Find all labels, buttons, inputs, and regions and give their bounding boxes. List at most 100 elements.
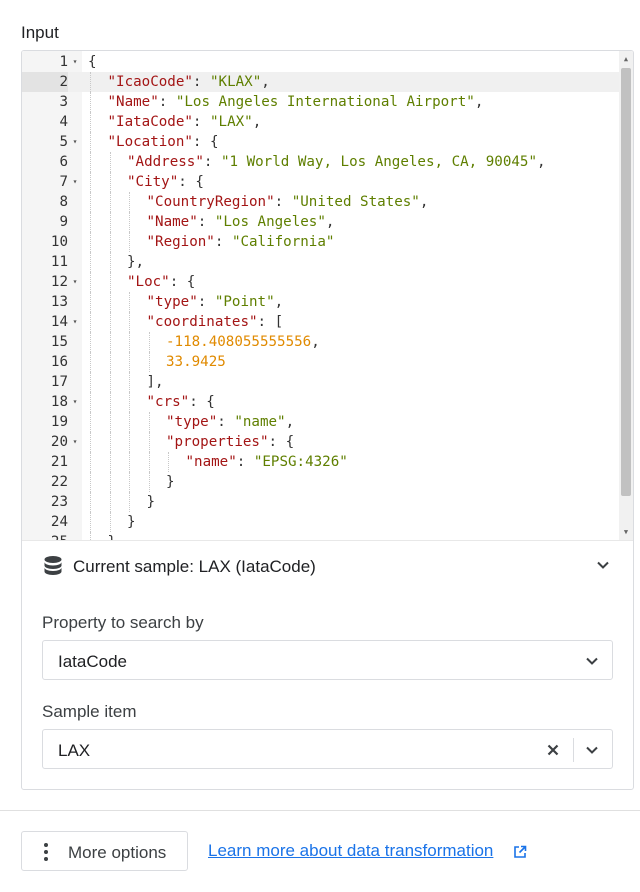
- indent-guide: [129, 292, 130, 312]
- indent-guide: [90, 452, 91, 472]
- line-number: 4: [59, 114, 68, 130]
- indent-guide: [90, 432, 91, 452]
- line-text: },: [127, 254, 145, 270]
- line-text: "properties": {: [166, 434, 295, 450]
- close-icon[interactable]: [545, 741, 561, 759]
- indent-guide: [129, 352, 130, 372]
- code-line[interactable]: 13 "type": "Point",: [22, 292, 619, 312]
- indent-guide: [109, 192, 111, 212]
- code-line[interactable]: 25},: [22, 532, 619, 540]
- indent-guide: [129, 212, 130, 232]
- indent-guide: [129, 232, 130, 252]
- line-number: 5: [59, 134, 68, 150]
- fold-toggle-icon[interactable]: ▾: [70, 392, 80, 412]
- line-text: "Name": "Los Angeles",: [146, 214, 335, 230]
- indent-guide: [109, 172, 111, 192]
- indent-guide: [90, 252, 91, 272]
- code-line[interactable]: 21 "name": "EPSG:4326": [22, 452, 619, 472]
- property-select[interactable]: IataCode: [42, 640, 613, 680]
- line-number: 25: [22, 532, 68, 540]
- more-options-button[interactable]: More options: [21, 831, 188, 871]
- indent-guide: [109, 212, 111, 232]
- line-text: "Region": "California": [146, 234, 335, 250]
- code-line[interactable]: 7 ▾ "City": {: [22, 172, 619, 192]
- code-line[interactable]: 18 ▾ "crs": {: [22, 392, 619, 412]
- indent-guide: [109, 372, 111, 392]
- line-number: 6: [59, 154, 68, 170]
- indent-guide: [90, 112, 91, 132]
- line-text: "Address": "1 World Way, Los Angeles, CA…: [127, 154, 546, 170]
- chevron-down-icon[interactable]: [595, 557, 611, 573]
- indent-guide: [90, 492, 91, 512]
- scrollbar-thumb[interactable]: [621, 68, 631, 496]
- code-line[interactable]: 23}: [22, 492, 619, 512]
- chevron-down-icon[interactable]: [584, 653, 600, 669]
- indent-guide: [90, 212, 91, 232]
- code-line[interactable]: 8 "CountryRegion": "United States",: [22, 192, 619, 212]
- indent-guide: [109, 492, 111, 512]
- sample-item-select[interactable]: LAX: [42, 729, 613, 769]
- chevron-down-icon[interactable]: [584, 742, 600, 758]
- indent-guide: [129, 472, 130, 492]
- indent-guide: [109, 352, 111, 372]
- code-line[interactable]: 1 ▾ {: [22, 52, 619, 72]
- open-in-new-icon[interactable]: [513, 845, 527, 859]
- fold-toggle-icon[interactable]: ▾: [70, 172, 80, 192]
- line-number: 23: [50, 494, 68, 510]
- more-vert-icon: [44, 843, 48, 861]
- code-line[interactable]: 19 "type": "name",: [22, 412, 619, 432]
- indent-guide: [90, 472, 91, 492]
- indent-guide: [129, 432, 130, 452]
- fold-toggle-icon[interactable]: ▾: [70, 312, 80, 332]
- sample-item-label: Sample item: [42, 702, 137, 721]
- indent-guide: [129, 412, 130, 432]
- code-line[interactable]: 15 -118.408055555556,: [22, 332, 619, 352]
- learn-more-link[interactable]: Learn more about data transformation: [208, 841, 493, 861]
- code-line[interactable]: 9 "Name": "Los Angeles",: [22, 212, 619, 232]
- code-line[interactable]: 24}: [22, 512, 619, 532]
- line-number: 14: [50, 314, 68, 330]
- line-number: 18: [50, 394, 68, 410]
- code-line[interactable]: 20 ▾ "properties": {: [22, 432, 619, 452]
- scroll-up-icon[interactable]: ▲: [619, 53, 633, 65]
- fold-toggle-icon[interactable]: ▾: [70, 272, 80, 292]
- indent-guide: [109, 152, 111, 172]
- select-separator: [573, 738, 574, 762]
- code-line[interactable]: 16 33.9425: [22, 352, 619, 372]
- scroll-down-icon[interactable]: ▼: [619, 526, 633, 538]
- line-number: 7: [59, 174, 68, 190]
- indent-guide: [129, 492, 130, 512]
- code-line[interactable]: 17],: [22, 372, 619, 392]
- line-number: 21: [50, 454, 68, 470]
- code-line[interactable]: 4 "IataCode": "LAX",: [22, 112, 619, 132]
- sample-item-value: LAX: [58, 741, 91, 760]
- indent-guide: [109, 392, 111, 412]
- fold-toggle-icon[interactable]: ▾: [70, 132, 80, 152]
- code-line[interactable]: 2 "IcaoCode": "KLAX",: [22, 72, 619, 92]
- line-text: "coordinates": [: [146, 314, 284, 330]
- fold-toggle-icon[interactable]: ▾: [70, 52, 80, 72]
- line-text: }: [127, 514, 136, 530]
- code-line[interactable]: 3 "Name": "Los Angeles International Airp…: [22, 92, 619, 112]
- indent-guide: [129, 392, 130, 412]
- code-line[interactable]: 12 ▾ "Loc": {: [22, 272, 619, 292]
- line-text: "Location": {: [107, 134, 219, 150]
- editor-scrollbar[interactable]: ▲ ▼: [619, 51, 633, 540]
- indent-guide: [90, 272, 91, 292]
- property-value: IataCode: [58, 652, 127, 671]
- fold-toggle-icon[interactable]: ▾: [70, 432, 80, 452]
- indent-guide: [129, 192, 130, 212]
- code-line[interactable]: 11},: [22, 252, 619, 272]
- line-text: {: [88, 54, 97, 70]
- code-line[interactable]: 14 ▾ "coordinates": [: [22, 312, 619, 332]
- code-line[interactable]: 10 "Region": "California": [22, 232, 619, 252]
- current-sample-header[interactable]: Current sample: LAX (IataCode): [22, 540, 633, 590]
- code-line[interactable]: 6 "Address": "1 World Way, Los Angeles, C…: [22, 152, 619, 172]
- line-text: }: [146, 494, 156, 510]
- json-editor[interactable]: 1 ▾{2 "IcaoCode": "KLAX", 3 "Name": "Los Ang…: [22, 51, 633, 540]
- code-line[interactable]: 5 ▾ "Location": {: [22, 132, 619, 152]
- code-line[interactable]: 22}: [22, 472, 619, 492]
- indent-guide: [109, 332, 111, 352]
- indent-guide: [129, 452, 130, 472]
- indent-guide: [90, 392, 91, 412]
